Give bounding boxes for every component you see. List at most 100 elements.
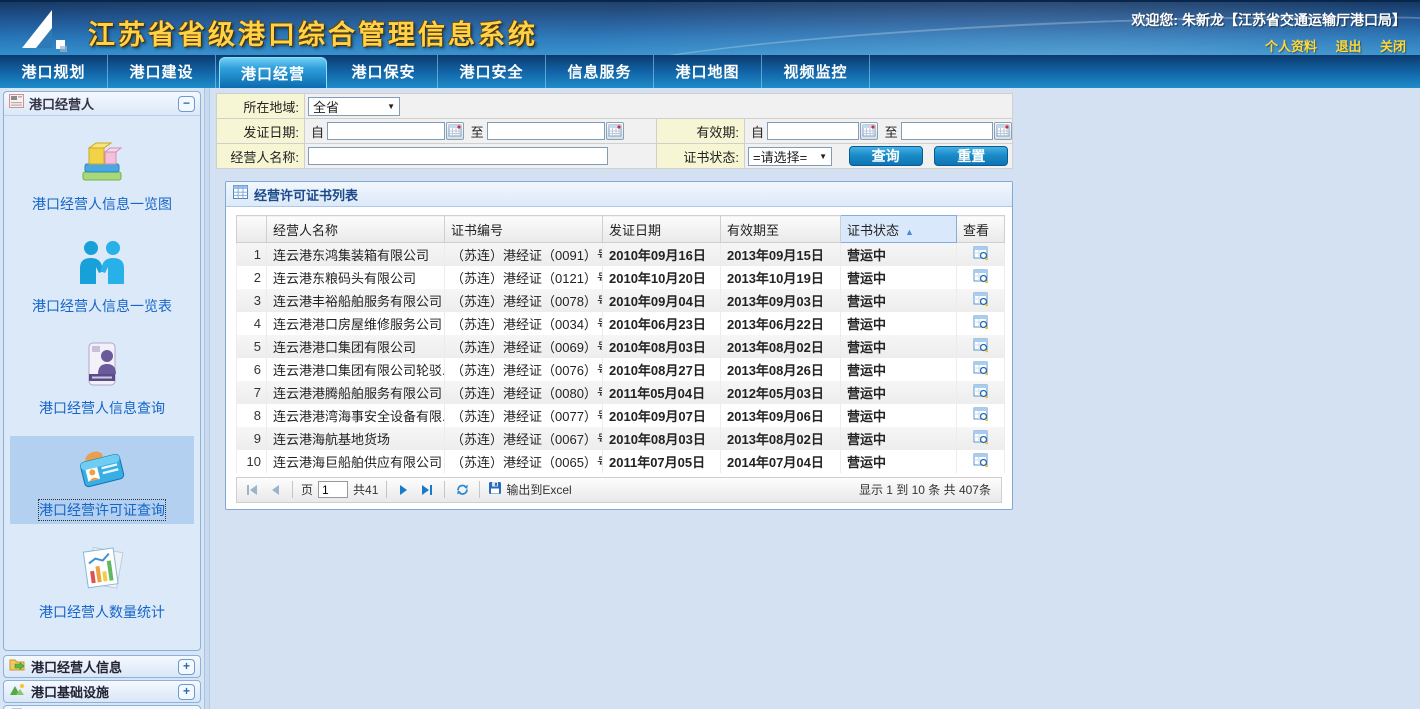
validity-to-input[interactable] (901, 122, 993, 140)
sidebar-item-operator-count-stats[interactable]: 港口经营人数量统计 (10, 538, 194, 626)
view-detail-icon[interactable] (957, 289, 1005, 312)
expand-button[interactable]: + (178, 684, 195, 700)
operator-name-input[interactable] (308, 147, 608, 165)
sidebar-panel-label: 港口基础设施 (31, 682, 172, 701)
id-badge-icon (76, 340, 128, 395)
table-row[interactable]: 5 连云港港口集团有限公司 （苏连）港经证（0069）号 2010年08月03日… (237, 335, 1005, 358)
table-row[interactable]: 1 连云港东鸿集装箱有限公司 （苏连）港经证（0091）号 2010年09月16… (237, 243, 1005, 266)
app-header: 江苏省省级港口综合管理信息系统 欢迎您: 朱新龙【江苏省交通运输厅港口局】 个人… (0, 0, 1420, 55)
calendar-icon[interactable] (860, 122, 878, 140)
save-disk-icon (488, 481, 502, 498)
column-header-cert-no[interactable]: 证书编号 (445, 216, 603, 243)
column-header-cert-status[interactable]: 证书状态▲ (841, 216, 957, 243)
view-detail-icon[interactable] (957, 450, 1005, 473)
first-page-icon[interactable] (243, 481, 261, 499)
sidebar-item-license-query[interactable]: 港口经营许可证查询 (10, 436, 194, 524)
view-detail-icon[interactable] (957, 404, 1005, 427)
sidebar-panel-title: 港口经营人 (29, 94, 173, 113)
cell-valid-until: 2013年06月22日 (721, 312, 841, 335)
cell-valid-until: 2013年09月15日 (721, 243, 841, 266)
view-detail-icon[interactable] (957, 358, 1005, 381)
license-table: 经营人名称 证书编号 发证日期 有效期至 证书状态▲ 查看 1 (236, 215, 1005, 473)
refresh-icon[interactable] (453, 481, 471, 499)
tab-port-map[interactable]: 港口地图 (654, 55, 762, 88)
cell-issue-date: 2010年08月03日 (603, 427, 721, 450)
table-row[interactable]: 9 连云港海航基地货场 （苏连）港经证（0067）号 2010年08月03日 2… (237, 427, 1005, 450)
export-excel-button[interactable]: 输出到Excel (488, 481, 571, 498)
row-number: 7 (237, 381, 267, 404)
cell-valid-until: 2013年08月02日 (721, 335, 841, 358)
sidebar-item-label: 港口经营许可证查询 (39, 500, 165, 520)
table-row[interactable]: 10 连云港海巨船舶供应有限公司 （苏连）港经证（0065）号 2011年07月… (237, 450, 1005, 473)
table-row[interactable]: 3 连云港丰裕船舶服务有限公司 （苏连）港经证（0078）号 2010年09月0… (237, 289, 1005, 312)
sidebar-panel-foreign-investment[interactable]: 外商投资港口经营人 + (3, 705, 201, 709)
reset-button[interactable]: 重置 (934, 146, 1008, 166)
sidebar-panel-port-infrastructure[interactable]: 港口基础设施 + (3, 680, 201, 703)
view-detail-icon[interactable] (957, 243, 1005, 266)
tab-port-security[interactable]: 港口保安 (330, 55, 438, 88)
bar-chart-icon (76, 544, 128, 599)
infrastructure-icon (9, 682, 25, 702)
cell-issue-date: 2010年06月23日 (603, 312, 721, 335)
table-row[interactable]: 2 连云港东粮码头有限公司 （苏连）港经证（0121）号 2010年10月20日… (237, 266, 1005, 289)
sidebar-panel-port-operator: 港口经营人 − 港口经营人信息一览图 (3, 91, 201, 651)
view-detail-icon[interactable] (957, 312, 1005, 335)
cell-cert-status: 营运中 (841, 358, 957, 381)
cell-cert-no: （苏连）港经证（0065）号 (445, 450, 603, 473)
column-header-issue-date[interactable]: 发证日期 (603, 216, 721, 243)
tab-port-safety[interactable]: 港口安全 (438, 55, 546, 88)
table-row[interactable]: 8 连云港港湾海事安全设备有限... （苏连）港经证（0077）号 2010年0… (237, 404, 1005, 427)
expand-button[interactable]: + (178, 659, 195, 675)
table-row[interactable]: 6 连云港港口集团有限公司轮驳... （苏连）港经证（0076）号 2010年0… (237, 358, 1005, 381)
calendar-icon[interactable] (606, 122, 624, 140)
calendar-icon[interactable] (994, 122, 1012, 140)
cell-issue-date: 2010年09月07日 (603, 404, 721, 427)
next-page-icon[interactable] (395, 481, 413, 499)
view-detail-icon[interactable] (957, 266, 1005, 289)
view-detail-icon[interactable] (957, 427, 1005, 450)
column-header-operator-name[interactable]: 经营人名称 (267, 216, 445, 243)
page-input[interactable] (318, 481, 348, 498)
profile-link[interactable]: 个人资料 (1265, 39, 1317, 54)
tab-port-operation[interactable]: 港口经营 (219, 57, 327, 88)
logout-link[interactable]: 退出 (1336, 39, 1362, 54)
cell-operator-name: 连云港海航基地货场 (267, 427, 445, 450)
row-number-header (237, 216, 267, 243)
calendar-icon[interactable] (446, 122, 464, 140)
sidebar: 港口经营人 − 港口经营人信息一览图 (0, 88, 205, 709)
cert-status-select[interactable]: =请选择= ▼ (748, 147, 832, 166)
close-link[interactable]: 关闭 (1380, 39, 1406, 54)
tab-port-planning[interactable]: 港口规划 (0, 55, 108, 88)
sidebar-panel-header[interactable]: 港口经营人 − (4, 92, 200, 116)
prev-page-icon[interactable] (266, 481, 284, 499)
sidebar-item-operator-info-query[interactable]: 港口经营人信息查询 (10, 334, 194, 422)
sidebar-item-label: 港口经营人信息查询 (39, 398, 165, 418)
cell-cert-no: （苏连）港经证（0091）号 (445, 243, 603, 266)
table-row[interactable]: 4 连云港港口房屋维修服务公司 （苏连）港经证（0034）号 2010年06月2… (237, 312, 1005, 335)
cell-cert-no: （苏连）港经证（0034）号 (445, 312, 603, 335)
view-detail-icon[interactable] (957, 381, 1005, 404)
view-detail-icon[interactable] (957, 335, 1005, 358)
collapse-button[interactable]: − (178, 96, 195, 112)
validity-from-input[interactable] (767, 122, 859, 140)
cell-cert-no: （苏连）港经证（0076）号 (445, 358, 603, 381)
region-select[interactable]: 全省 ▼ (308, 97, 400, 116)
sidebar-panel-operator-info[interactable]: 港口经营人信息 + (3, 655, 201, 678)
query-button[interactable]: 查询 (849, 146, 923, 166)
column-header-valid-until[interactable]: 有效期至 (721, 216, 841, 243)
cert-status-label: 证书状态: (657, 144, 745, 169)
pagination-summary: 显示 1 到 10 条 共 407条 (859, 481, 995, 498)
issue-date-from-input[interactable] (327, 122, 445, 140)
cell-cert-no: （苏连）港经证（0067）号 (445, 427, 603, 450)
tab-video-monitor[interactable]: 视频监控 (762, 55, 870, 88)
last-page-icon[interactable] (418, 481, 436, 499)
cell-issue-date: 2010年08月27日 (603, 358, 721, 381)
tab-info-service[interactable]: 信息服务 (546, 55, 654, 88)
license-table-panel: 经营许可证书列表 经营人名称 证书编号 发证日期 有效期至 (225, 181, 1013, 510)
tab-port-construction[interactable]: 港口建设 (108, 55, 216, 88)
table-row[interactable]: 7 连云港港腾船舶服务有限公司 （苏连）港经证（0080）号 2011年05月0… (237, 381, 1005, 404)
to-label: 至 (885, 122, 898, 141)
sidebar-item-operator-overview-chart[interactable]: 港口经营人信息一览图 (10, 130, 194, 218)
issue-date-to-input[interactable] (487, 122, 605, 140)
sidebar-item-operator-overview-table[interactable]: 港口经营人信息一览表 (10, 232, 194, 320)
